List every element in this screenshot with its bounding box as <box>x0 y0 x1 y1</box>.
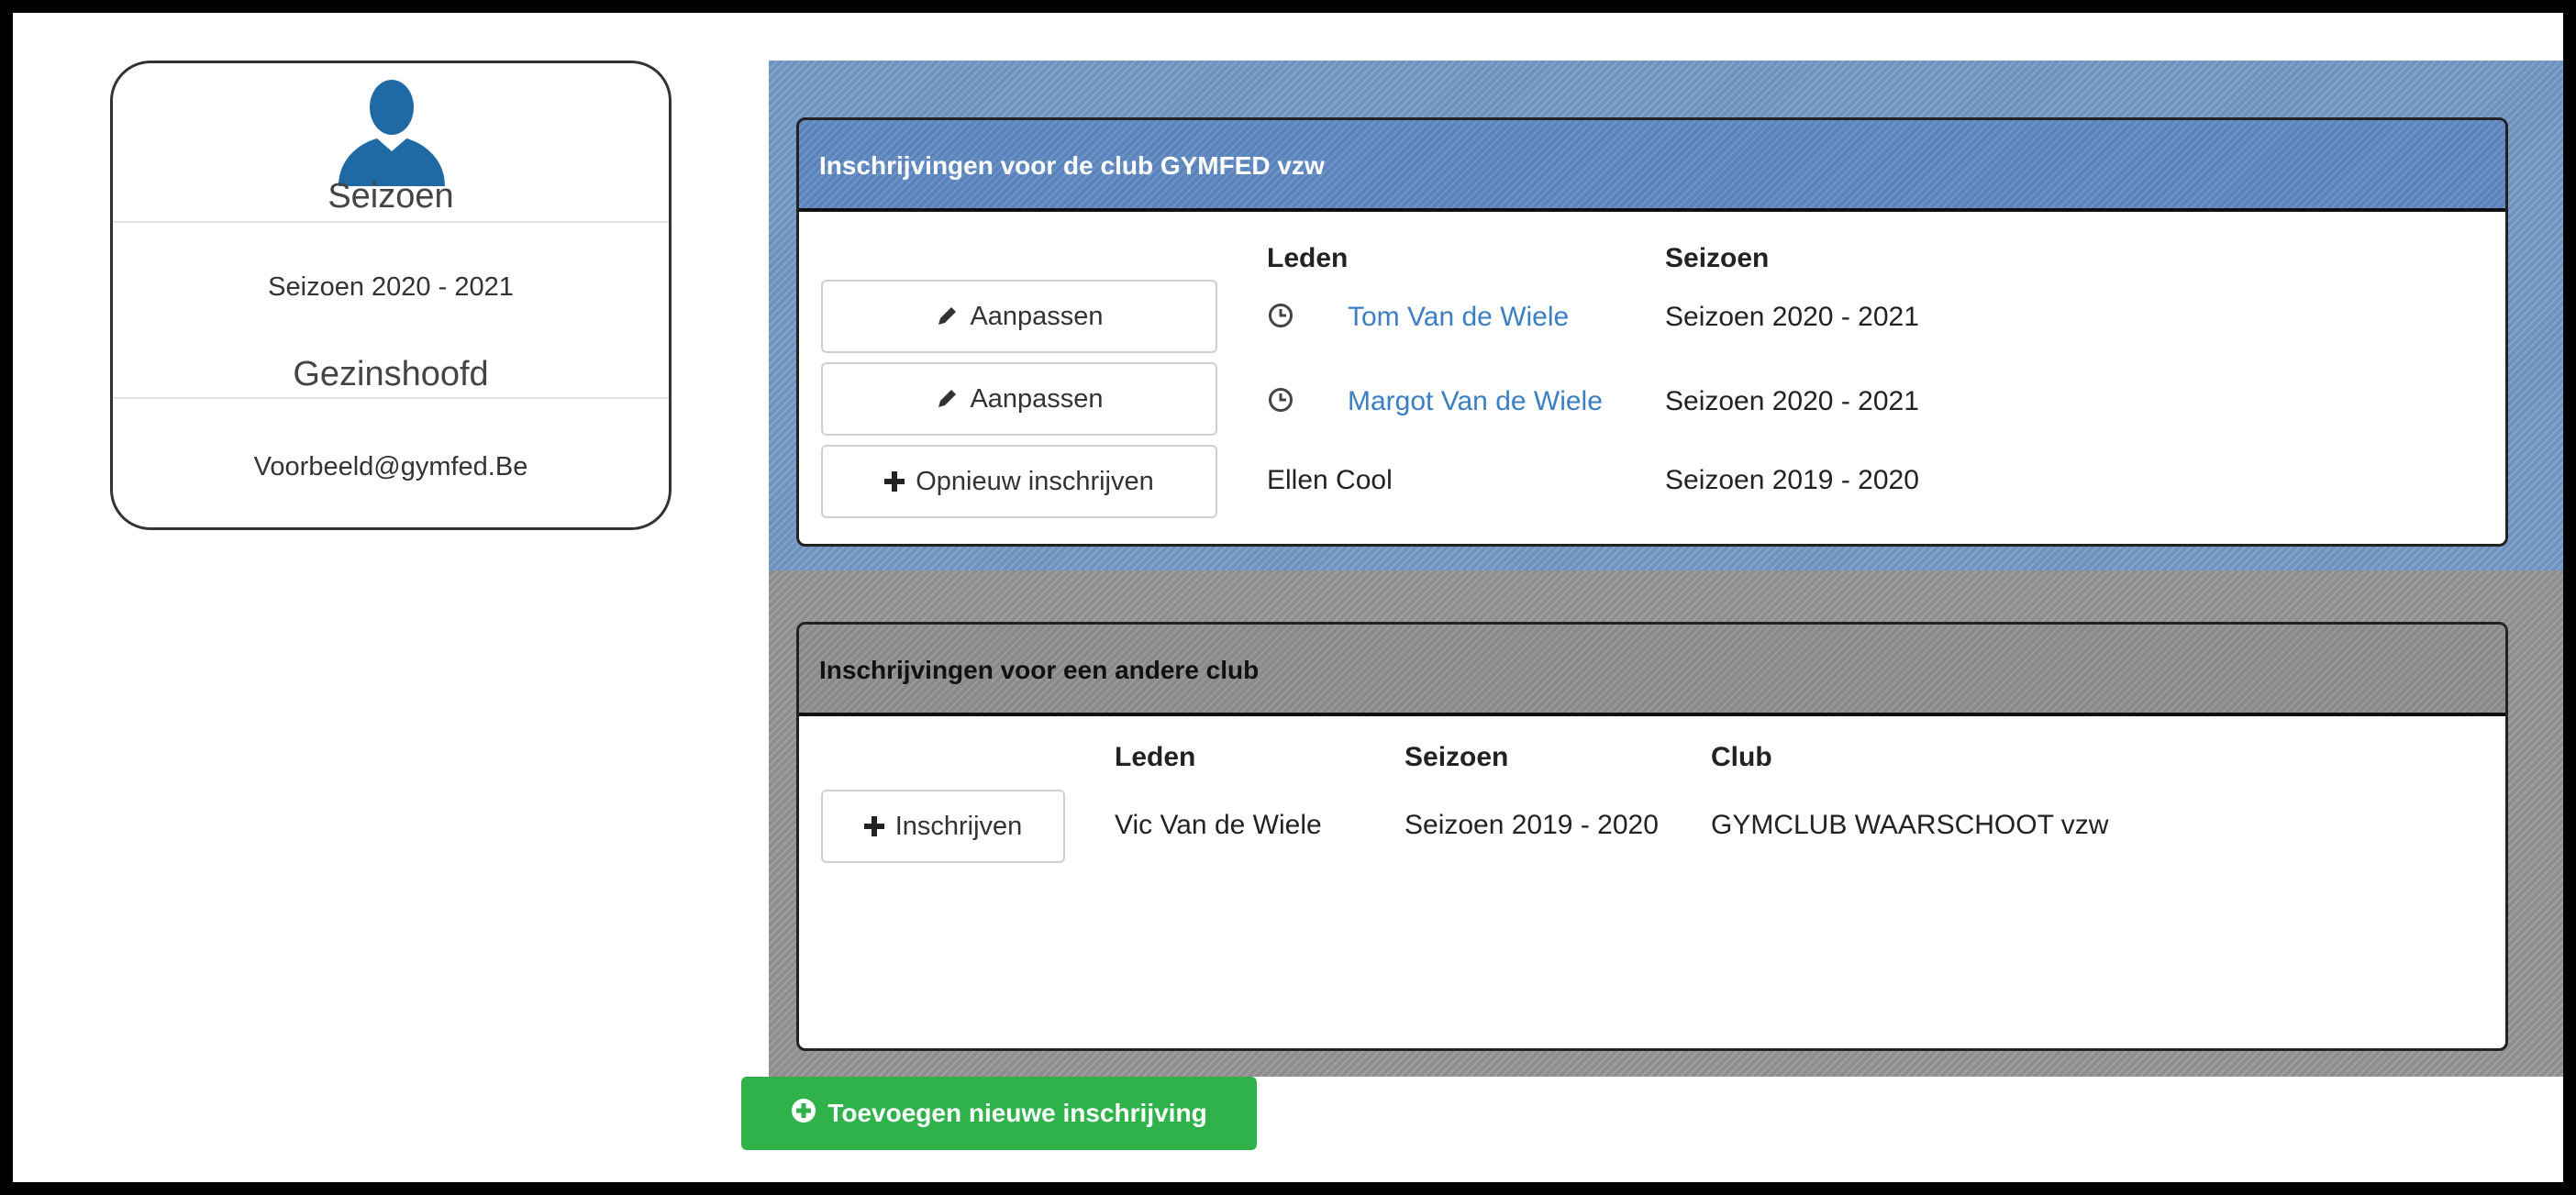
member-season: Seizoen 2019 - 2020 <box>1665 465 1919 495</box>
clock-icon <box>1269 388 1293 412</box>
pencil-icon <box>935 387 959 411</box>
column-header-members: Leden <box>1267 243 1349 273</box>
column-header-members: Leden <box>1115 742 1196 772</box>
plus-icon <box>884 471 905 492</box>
member-name: Ellen Cool <box>1267 465 1393 495</box>
profile-card: Seizoen Seizoen 2020 - 2021 Gezinshoofd … <box>110 61 672 530</box>
column-header-season: Seizoen <box>1665 243 1770 273</box>
other-club-registrations-panel: Inschrijvingen voor een andere club Lede… <box>796 622 2508 1051</box>
user-avatar-icon <box>339 80 445 186</box>
column-header-club: Club <box>1711 742 1772 772</box>
edit-button-label: Aanpassen <box>970 383 1104 414</box>
profile-title: Seizoen <box>328 177 454 216</box>
register-button[interactable]: Inschrijven <box>821 790 1065 863</box>
clock-icon <box>1269 304 1293 327</box>
member-season: Seizoen 2020 - 2021 <box>1665 302 1919 332</box>
add-registration-label: Toevoegen nieuwe inschrijving <box>827 1099 1207 1127</box>
re-register-button[interactable]: Opnieuw inschrijven <box>821 445 1217 518</box>
member-season: Seizoen 2019 - 2020 <box>1405 810 1659 840</box>
other-club-registrations-heading: Inschrijvingen voor een andere club <box>799 625 2505 716</box>
member-club: GYMCLUB WAARSCHOOT vzw <box>1711 810 2109 840</box>
edit-button[interactable]: Aanpassen <box>821 362 1217 436</box>
register-button-label: Inschrijven <box>894 811 1023 841</box>
edit-button-label: Aanpassen <box>970 301 1104 331</box>
club-registrations-section: Inschrijvingen voor de club GYMFED vzw L… <box>769 61 2563 570</box>
add-registration-button[interactable]: Toevoegen nieuwe inschrijving <box>741 1077 1257 1150</box>
re-register-button-label: Opnieuw inschrijven <box>916 466 1154 496</box>
divider <box>113 221 669 223</box>
member-season: Seizoen 2020 - 2021 <box>1665 386 1919 416</box>
member-link[interactable]: Tom Van de Wiele <box>1348 302 1569 333</box>
profile-season: Seizoen 2020 - 2021 <box>268 272 514 302</box>
profile-role: Gezinshoofd <box>293 355 489 393</box>
pencil-icon <box>935 304 959 328</box>
club-registrations-heading: Inschrijvingen voor de club GYMFED vzw <box>799 120 2505 212</box>
plus-circle-icon <box>791 1098 816 1130</box>
club-registrations-panel: Inschrijvingen voor de club GYMFED vzw L… <box>796 117 2508 547</box>
divider <box>113 397 669 399</box>
member-link[interactable]: Margot Van de Wiele <box>1348 386 1603 417</box>
profile-email: Voorbeeld@gymfed.Be <box>253 452 528 481</box>
member-name: Vic Van de Wiele <box>1115 810 1322 840</box>
column-header-season: Seizoen <box>1405 742 1509 772</box>
other-club-registrations-section: Inschrijvingen voor een andere club Lede… <box>769 570 2563 1077</box>
plus-icon <box>863 816 884 836</box>
edit-button[interactable]: Aanpassen <box>821 280 1217 353</box>
